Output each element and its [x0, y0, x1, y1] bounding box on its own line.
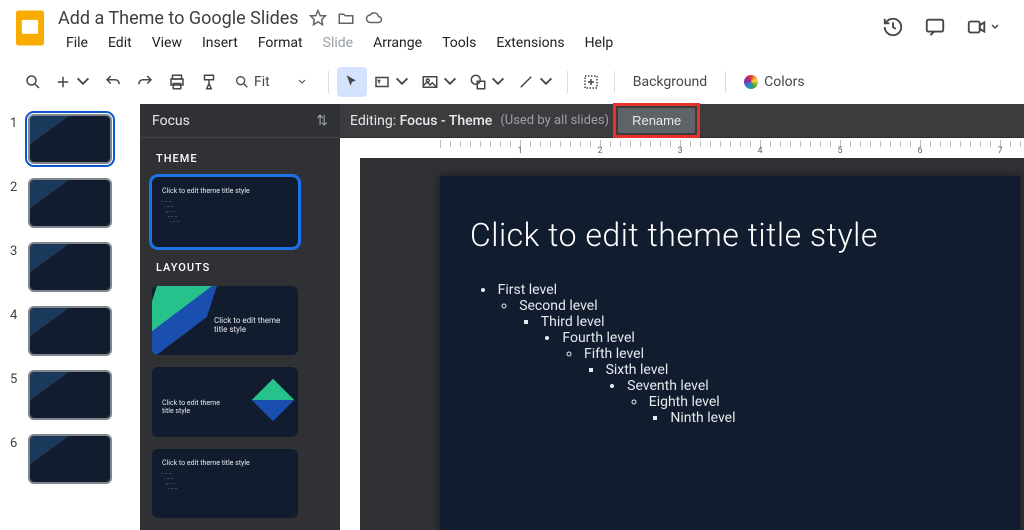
select-tool-icon[interactable] [337, 67, 367, 97]
menu-tools[interactable]: Tools [434, 32, 484, 54]
menu-insert[interactable]: Insert [194, 32, 246, 54]
slide-canvas-wrap: Click to edit theme title style First le… [340, 158, 1024, 530]
slide-thumb-2[interactable]: 2 [10, 178, 130, 228]
colors-button[interactable]: Colors [734, 74, 814, 90]
panel-menu-icon[interactable]: ⇅ [316, 113, 328, 129]
layouts-section-label: LAYOUTS [156, 261, 328, 274]
menu-help[interactable]: Help [577, 32, 622, 54]
horizontal-ruler[interactable]: 1234567 [340, 138, 1024, 158]
menu-extensions[interactable]: Extensions [488, 32, 572, 54]
editor-status-bar: Editing: Focus - Theme (Used by all slid… [340, 104, 1024, 138]
textbox-icon[interactable] [369, 67, 415, 97]
title-area: Add a Theme to Google Slides FileEditVie… [58, 6, 882, 54]
background-button[interactable]: Background [623, 74, 717, 90]
theme-master-thumb[interactable]: Click to edit theme title style • — — ◦ … [152, 177, 298, 247]
slide-thumb-1[interactable]: 1 [10, 114, 130, 164]
menu-slide[interactable]: Slide [315, 32, 361, 54]
app-header: Add a Theme to Google Slides FileEditVie… [0, 0, 1024, 60]
image-icon[interactable] [417, 67, 463, 97]
print-icon[interactable] [162, 67, 192, 97]
layout-thumb-3[interactable]: Click to edit theme title style • — — ◦ … [152, 449, 298, 519]
doc-title[interactable]: Add a Theme to Google Slides [58, 8, 299, 29]
move-folder-icon[interactable] [337, 9, 355, 27]
shape-icon[interactable] [465, 67, 511, 97]
menu-arrange[interactable]: Arrange [365, 32, 430, 54]
menu-bar: FileEditViewInsertFormatSlideArrangeTool… [58, 32, 882, 54]
slide-canvas[interactable]: Click to edit theme title style First le… [440, 176, 1020, 530]
cloud-status-icon[interactable] [365, 9, 383, 27]
slide-thumb-4[interactable]: 4 [10, 306, 130, 356]
star-icon[interactable] [309, 9, 327, 27]
rename-button[interactable]: Rename [618, 108, 695, 133]
theme-panel: Focus ⇅ THEME Click to edit theme title … [140, 104, 340, 530]
slide-thumbnail-strip: 1 2 3 4 5 6 [0, 104, 140, 530]
theme-section-label: THEME [156, 152, 328, 165]
menu-file[interactable]: File [58, 32, 96, 54]
undo-icon[interactable] [98, 67, 128, 97]
menu-edit[interactable]: Edit [100, 32, 140, 54]
slides-app-icon[interactable] [12, 10, 48, 46]
slide-thumb-5[interactable]: 5 [10, 370, 130, 420]
paint-format-icon[interactable] [194, 67, 224, 97]
line-icon[interactable] [513, 67, 559, 97]
placeholder-icon[interactable] [576, 67, 606, 97]
editor-sub: (Used by all slides) [500, 113, 609, 128]
layout-thumb-2[interactable]: Click to edit theme title style [152, 367, 298, 437]
add-icon[interactable] [50, 67, 96, 97]
editor-area: Editing: Focus - Theme (Used by all slid… [340, 104, 1024, 530]
search-icon[interactable] [18, 67, 48, 97]
zoom-label: Fit [254, 74, 270, 90]
color-wheel-icon [744, 75, 758, 89]
redo-icon[interactable] [130, 67, 160, 97]
vertical-ruler[interactable] [340, 158, 360, 530]
menu-format[interactable]: Format [250, 32, 311, 54]
zoom-dropdown[interactable]: Fit [226, 74, 320, 90]
slide-title-placeholder[interactable]: Click to edit theme title style [470, 216, 878, 254]
comments-icon[interactable] [924, 16, 946, 38]
theme-panel-title: Focus [152, 113, 190, 129]
present-icon[interactable] [966, 16, 988, 38]
rename-highlight: Rename [613, 103, 700, 138]
theme-panel-header: Focus ⇅ [140, 104, 340, 138]
layout-thumb-1[interactable]: Click to edit theme title style [152, 286, 298, 356]
header-right [882, 6, 1012, 38]
history-icon[interactable] [882, 16, 904, 38]
slide-body-placeholder[interactable]: First levelSecond levelThird levelFourth… [476, 282, 736, 426]
menu-view[interactable]: View [144, 32, 190, 54]
slide-thumb-6[interactable]: 6 [10, 434, 130, 484]
chevron-down-icon[interactable] [990, 22, 1000, 32]
slide-thumb-3[interactable]: 3 [10, 242, 130, 292]
toolbar: Fit Background Colors [0, 60, 1024, 104]
content-area: 1 2 3 4 5 6 Focus ⇅ THEME Click to edit theme… [0, 104, 1024, 530]
